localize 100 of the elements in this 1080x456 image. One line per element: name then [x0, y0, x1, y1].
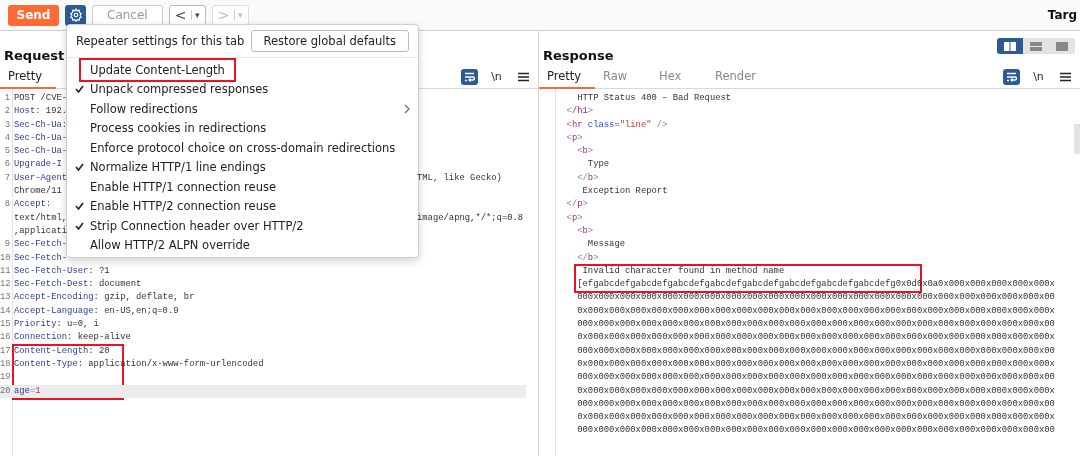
menu-item[interactable]: Enable HTTP/2 connection reuse	[67, 196, 418, 216]
view-tab[interactable]: Hex	[651, 65, 707, 89]
target-label: Targ	[1047, 8, 1077, 22]
code-text: POST /CVE-	[14, 93, 68, 103]
code-text: Content-Length	[14, 345, 89, 356]
wrap-icon	[1006, 71, 1017, 82]
line-number: 7	[3, 171, 10, 185]
code-text: age	[14, 385, 30, 396]
menu-item[interactable]: Follow redirections	[67, 99, 418, 119]
code-text: >	[587, 225, 594, 236]
view-tab[interactable]: Pretty	[539, 65, 595, 89]
panel-title: Request	[4, 48, 65, 65]
code-text: >	[587, 106, 594, 117]
line-number: 16	[0, 331, 10, 345]
code-text: Sec-Ch-Ua:	[14, 119, 68, 130]
menu-icon	[1060, 71, 1071, 82]
line-number: 18	[0, 357, 10, 371]
code-text: Invalid character found in method name	[581, 265, 785, 276]
line-number: 17	[0, 344, 10, 358]
line-number: 14	[0, 304, 10, 318]
code-text: 000x000x000x000x000x000x000x000x000x000x000x000x000x000x000x000x000x000x000x000x000x000x00	[576, 292, 1055, 303]
view-tab[interactable]: Raw	[595, 65, 651, 89]
columns-icon	[1004, 41, 1016, 51]
code-text: p	[571, 212, 578, 223]
settings-button[interactable]	[65, 4, 86, 26]
code-text: Message	[586, 239, 625, 250]
settings-icon	[68, 8, 83, 22]
line-number: 11	[0, 264, 10, 278]
code-text: class	[586, 119, 615, 130]
menu-item[interactable]: Strip Connection header over HTTP/2	[67, 216, 418, 236]
code-text: /h1	[571, 106, 588, 117]
code-text: 0x000x000x000x000x000x000x000x000x000x000x000x000x000x000x000x000x000x000x000x000x000x000x	[576, 332, 1055, 343]
menu-item[interactable]: Unpack compressed responses	[67, 79, 418, 99]
menu-item[interactable]: Enable HTTP/1 connection reuse	[67, 177, 418, 197]
code-text: b	[582, 146, 588, 157]
single-pane-icon	[1056, 41, 1068, 51]
code-text: 0x000x000x000x000x000x000x000x000x000x000x000x000x000x000x000x000x000x000x000x000x000x000x	[576, 358, 1055, 369]
code-text: hr	[571, 119, 583, 130]
code-text: : u=0, i	[56, 319, 99, 330]
code-text: </	[576, 252, 588, 263]
code-text: =	[29, 385, 36, 396]
wrap-icon	[464, 71, 475, 82]
line-number: 4	[3, 131, 10, 145]
code-text: Connection	[14, 332, 68, 343]
code-text: <	[565, 132, 572, 143]
line-number: 20	[0, 384, 10, 398]
code-text: TML, like Gecko)	[417, 171, 502, 185]
line-number: 19	[0, 371, 10, 385]
code-text: p	[571, 132, 578, 143]
menu-item[interactable]: Enforce protocol choice on cross-domain redirections	[67, 138, 418, 158]
wrap-button[interactable]	[461, 68, 478, 85]
code-text: =	[614, 119, 620, 130]
line-number: 3	[3, 118, 10, 132]
menu-icon	[518, 71, 529, 82]
rows-icon	[1030, 41, 1042, 51]
view-tab[interactable]: Pretty	[0, 65, 56, 89]
restore-defaults-button[interactable]: Restore global defaults	[250, 30, 409, 52]
code-text: : gzip, deflate, br	[93, 292, 195, 303]
line-number: 10	[0, 251, 10, 265]
line-number: 6	[3, 158, 10, 172]
code-text: <	[576, 225, 583, 236]
menu-title: Repeater settings for this tab	[76, 34, 245, 48]
wrap-button[interactable]	[1003, 68, 1020, 85]
code-text: Type	[586, 159, 610, 170]
line-number: 12	[0, 278, 10, 292]
view-tab[interactable]: Render	[707, 65, 769, 89]
code-text: />	[655, 119, 668, 130]
code-text: >	[593, 172, 599, 183]
code-text: Host:	[14, 106, 41, 117]
code-text: b	[582, 225, 588, 236]
code-text: Sec-Fetch-Dest	[14, 279, 89, 290]
line-number: 13	[0, 291, 10, 305]
menu-item[interactable]: Allow HTTP/2 ALPN override	[67, 235, 418, 255]
layout-button[interactable]	[997, 38, 1023, 54]
code-text: 000x000x000x000x000x000x000x000x000x000x000x000x000x000x000x000x000x000x000x000x000x000x00	[576, 345, 1055, 356]
newline-button[interactable]: \n	[1030, 68, 1047, 85]
menu-item[interactable]: Normalize HTTP/1 line endings	[67, 157, 418, 177]
newline-button[interactable]: \n	[488, 68, 505, 85]
code-text: ,applicati	[14, 225, 68, 236]
line-number: 9	[3, 238, 10, 252]
menu-item[interactable]: Update Content-Length	[67, 60, 418, 80]
code-text: 000x000x000x000x000x000x000x000x000x000x000x000x000x000x000x000x000x000x000x000x000x000x00	[576, 372, 1055, 383]
menu-item[interactable]: Process cookies in redirections	[67, 118, 418, 138]
code-text: Content-Type	[14, 358, 78, 369]
code-text: Priority	[14, 319, 57, 330]
code-text: 192.	[44, 106, 68, 117]
code-text: Accept-Language	[14, 305, 94, 316]
code-text: "line"	[619, 119, 652, 130]
scrollbar-thumb[interactable]	[1074, 124, 1080, 154]
line-number: 8	[3, 198, 10, 212]
code-text: >	[587, 146, 594, 157]
code-text: </	[565, 199, 578, 210]
code-text: Sec-Ch-Ua-	[14, 132, 68, 143]
code-text: HTTP Status 400 – Bad Request	[576, 93, 732, 103]
back-button[interactable]: < ▾	[168, 4, 206, 26]
code-text: 000x000x000x000x000x000x000x000x000x000x000x000x000x000x000x000x000x000x000x000x000x000x00	[576, 425, 1055, 436]
line-number: 5	[3, 145, 10, 159]
code-text: </	[576, 172, 588, 183]
code-text: 0x000x000x000x000x000x000x000x000x000x000x000x000x000x000x000x000x000x000x000x000x000x000x	[576, 305, 1055, 316]
code-text: >	[577, 212, 583, 223]
